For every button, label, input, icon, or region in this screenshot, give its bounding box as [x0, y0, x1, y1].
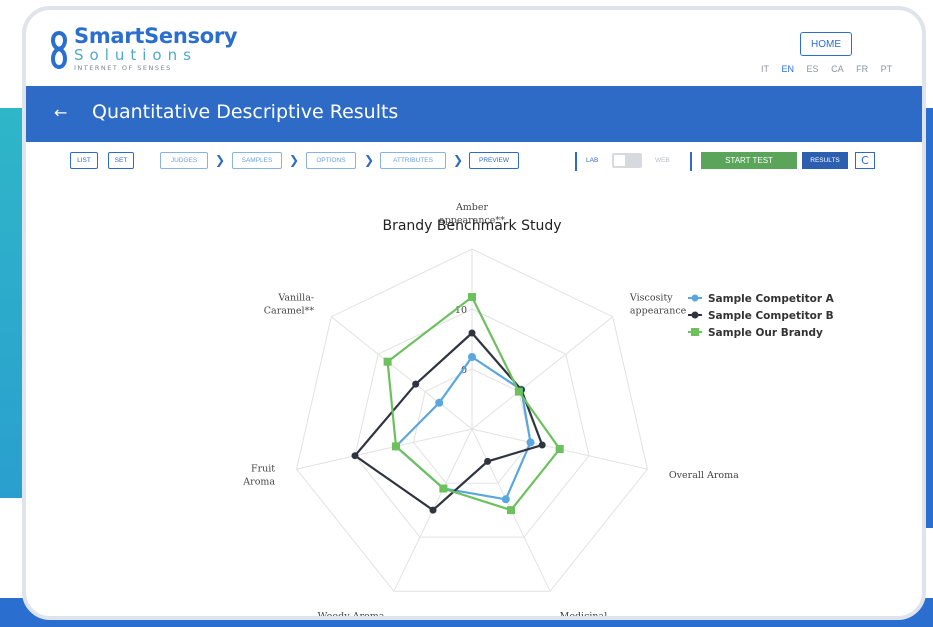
legend-marker — [691, 328, 699, 336]
axis-label: Vanilla-Caramel** — [264, 293, 315, 317]
data-point — [468, 293, 476, 301]
axis-label: Overall Aroma — [669, 470, 739, 481]
data-point — [412, 380, 420, 388]
data-point — [484, 457, 492, 465]
data-point — [439, 484, 448, 493]
data-point — [514, 387, 523, 396]
legend-label: Sample Competitor A — [708, 293, 835, 305]
axis-label: Fruit Aroma — [242, 463, 275, 487]
axis-label: Woody Aroma — [318, 611, 385, 620]
data-point — [507, 506, 515, 515]
data-point — [468, 329, 476, 337]
data-point — [435, 398, 444, 407]
axis-label: MedicinalAroma* — [559, 611, 608, 620]
data-point — [392, 442, 400, 451]
legend-label: Sample Competitor B — [708, 310, 834, 322]
series-line — [386, 295, 562, 512]
data-point — [383, 357, 392, 366]
legend-marker — [691, 294, 699, 302]
grid-spoke — [296, 428, 473, 470]
grid-spoke — [471, 316, 614, 430]
data-point — [351, 452, 359, 460]
data-point — [555, 445, 564, 453]
data-point — [429, 506, 437, 514]
data-point — [468, 353, 476, 361]
data-point — [538, 441, 546, 449]
axis-label: Amber appearance** — [439, 202, 505, 226]
data-point — [526, 438, 535, 447]
app-window: SmartSensory Solutions INTERNET OF SENSE… — [22, 6, 926, 620]
data-point — [501, 495, 510, 504]
axis-label: Viscosity appearance — [629, 293, 687, 317]
radar-chart: Brandy Benchmark Study010Amber appearance… — [242, 202, 835, 620]
legend-label: Sample Our Brandy — [708, 327, 823, 339]
legend-marker — [691, 311, 699, 319]
grid-spoke — [330, 316, 473, 430]
